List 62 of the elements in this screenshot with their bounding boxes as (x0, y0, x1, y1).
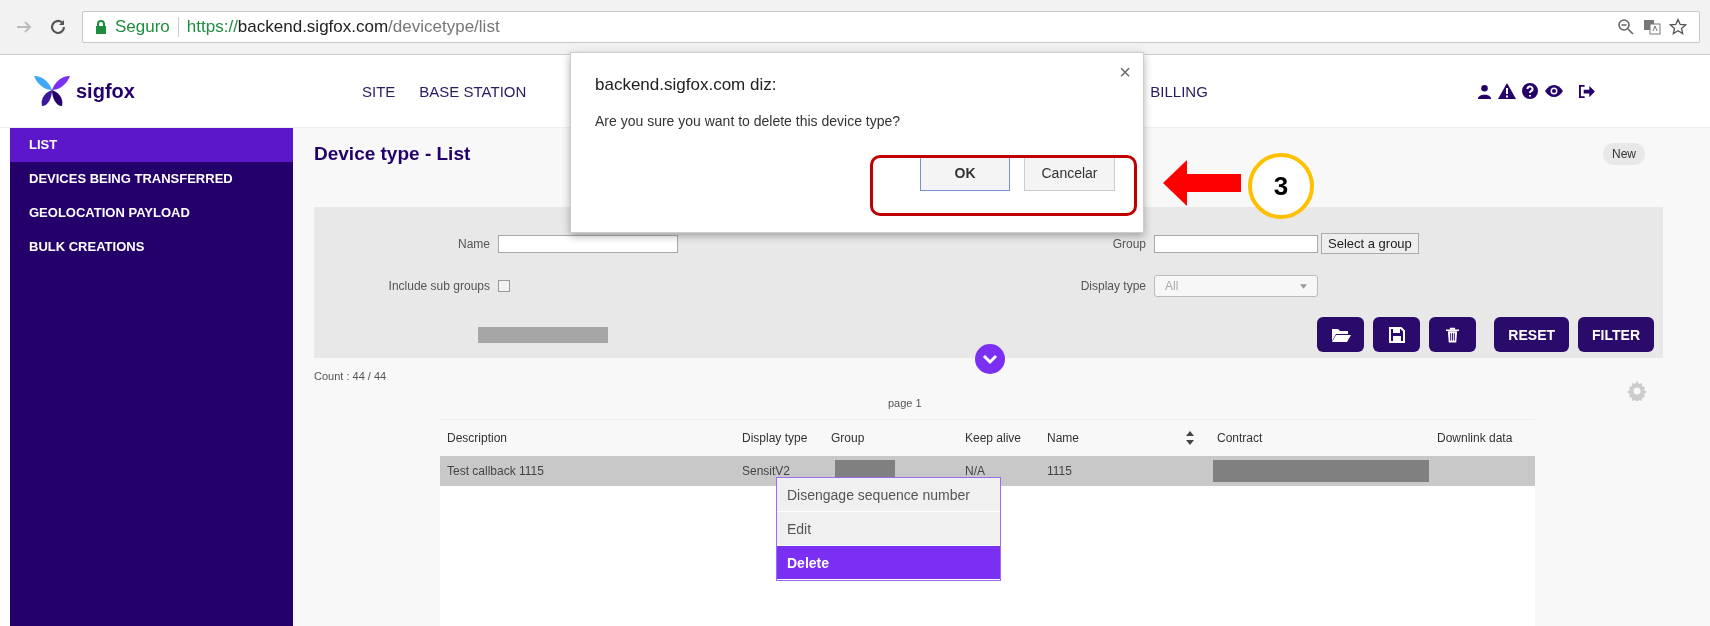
dialog-title: backend.sigfox.com diz: (595, 75, 778, 95)
security-label: Seguro (115, 17, 170, 37)
menu-item[interactable]: Delete (777, 546, 1000, 580)
open-folder-button[interactable] (1317, 317, 1365, 352)
zoom-icon[interactable] (1617, 18, 1635, 36)
nav-link[interactable]: BASE STATION (419, 82, 527, 100)
folder-icon (1330, 326, 1351, 343)
url-text: https://backend.sigfox.com/devicetype/list (186, 17, 500, 37)
filter-action-button[interactable]: FILTER (1578, 317, 1654, 352)
sidebar-item[interactable]: GEOLOCATION PAYLOAD (10, 196, 293, 230)
group-field[interactable] (1154, 234, 1318, 253)
column-header: Contract (1217, 431, 1263, 445)
delete-button[interactable] (1429, 317, 1477, 352)
sidebar-item[interactable]: LIST (10, 128, 293, 162)
filter-action-button[interactable]: RESET (1494, 317, 1570, 352)
nav-link[interactable]: SITE (362, 82, 396, 100)
table-cell: SensitV2 (742, 464, 791, 478)
warning-icon[interactable] (1498, 83, 1516, 99)
column-header: Downlink data (1437, 431, 1513, 445)
logout-icon[interactable] (1578, 83, 1595, 99)
table-cell: Test callback 1115 (447, 464, 544, 478)
sidebar-item[interactable]: BULK CREATIONS (10, 230, 293, 264)
logo-text: sigfox (76, 79, 135, 103)
column-header: Display type (742, 431, 808, 445)
page-title: Device type - List (314, 143, 471, 165)
user-icon[interactable] (1477, 83, 1492, 99)
help-icon[interactable] (1522, 83, 1538, 99)
save-button[interactable] (1373, 317, 1421, 352)
table-cell: 1115 (1047, 464, 1072, 478)
column-header: Name (1047, 431, 1079, 445)
expand-chevron-icon[interactable] (975, 344, 1005, 374)
dropdown-caret-icon (1300, 283, 1307, 289)
reload-icon[interactable] (48, 17, 68, 37)
table-cell: N/A (965, 464, 985, 478)
sort-icon[interactable] (1186, 430, 1194, 446)
address-bar[interactable]: Seguro https://backend.sigfox.com/devicetype/list (82, 11, 1700, 43)
close-button[interactable]: × (1115, 61, 1135, 84)
menu-item[interactable]: Disengage sequence number (777, 478, 1000, 512)
select-group-button[interactable]: Select a group (1321, 233, 1419, 254)
count-text: Count : 44 / 44 (314, 370, 387, 382)
translate-icon[interactable] (1643, 18, 1661, 36)
column-header: Description (447, 431, 508, 445)
trash-icon (1446, 326, 1460, 343)
new-button[interactable]: New (1603, 143, 1645, 165)
checkbox-label: Include sub groups (387, 279, 490, 293)
table-row[interactable]: Test callback 1115 SensitV2 N/A 1115 (440, 456, 1535, 486)
nav-link[interactable]: BILLING (1150, 82, 1208, 100)
checkbox[interactable] (498, 280, 510, 292)
star-icon[interactable] (1669, 18, 1687, 36)
field-label: Name (457, 236, 490, 251)
column-header: Group (831, 431, 865, 445)
dialog-message: Are you sure you want to delete this device type? (595, 113, 902, 129)
pagination-text: page 1 (888, 397, 922, 409)
lock-icon (95, 20, 107, 34)
butterfly-logo-icon (32, 74, 72, 108)
field-label: Display type (1079, 279, 1146, 293)
field-label: Group (1111, 236, 1146, 251)
eye-icon[interactable] (1544, 84, 1564, 98)
pointing-arrow-icon (1163, 160, 1241, 206)
name-field[interactable] (498, 234, 678, 253)
column-header: Keep alive (965, 431, 1022, 445)
sidebar-item[interactable]: DEVICES BEING TRANSFERRED (10, 162, 293, 196)
